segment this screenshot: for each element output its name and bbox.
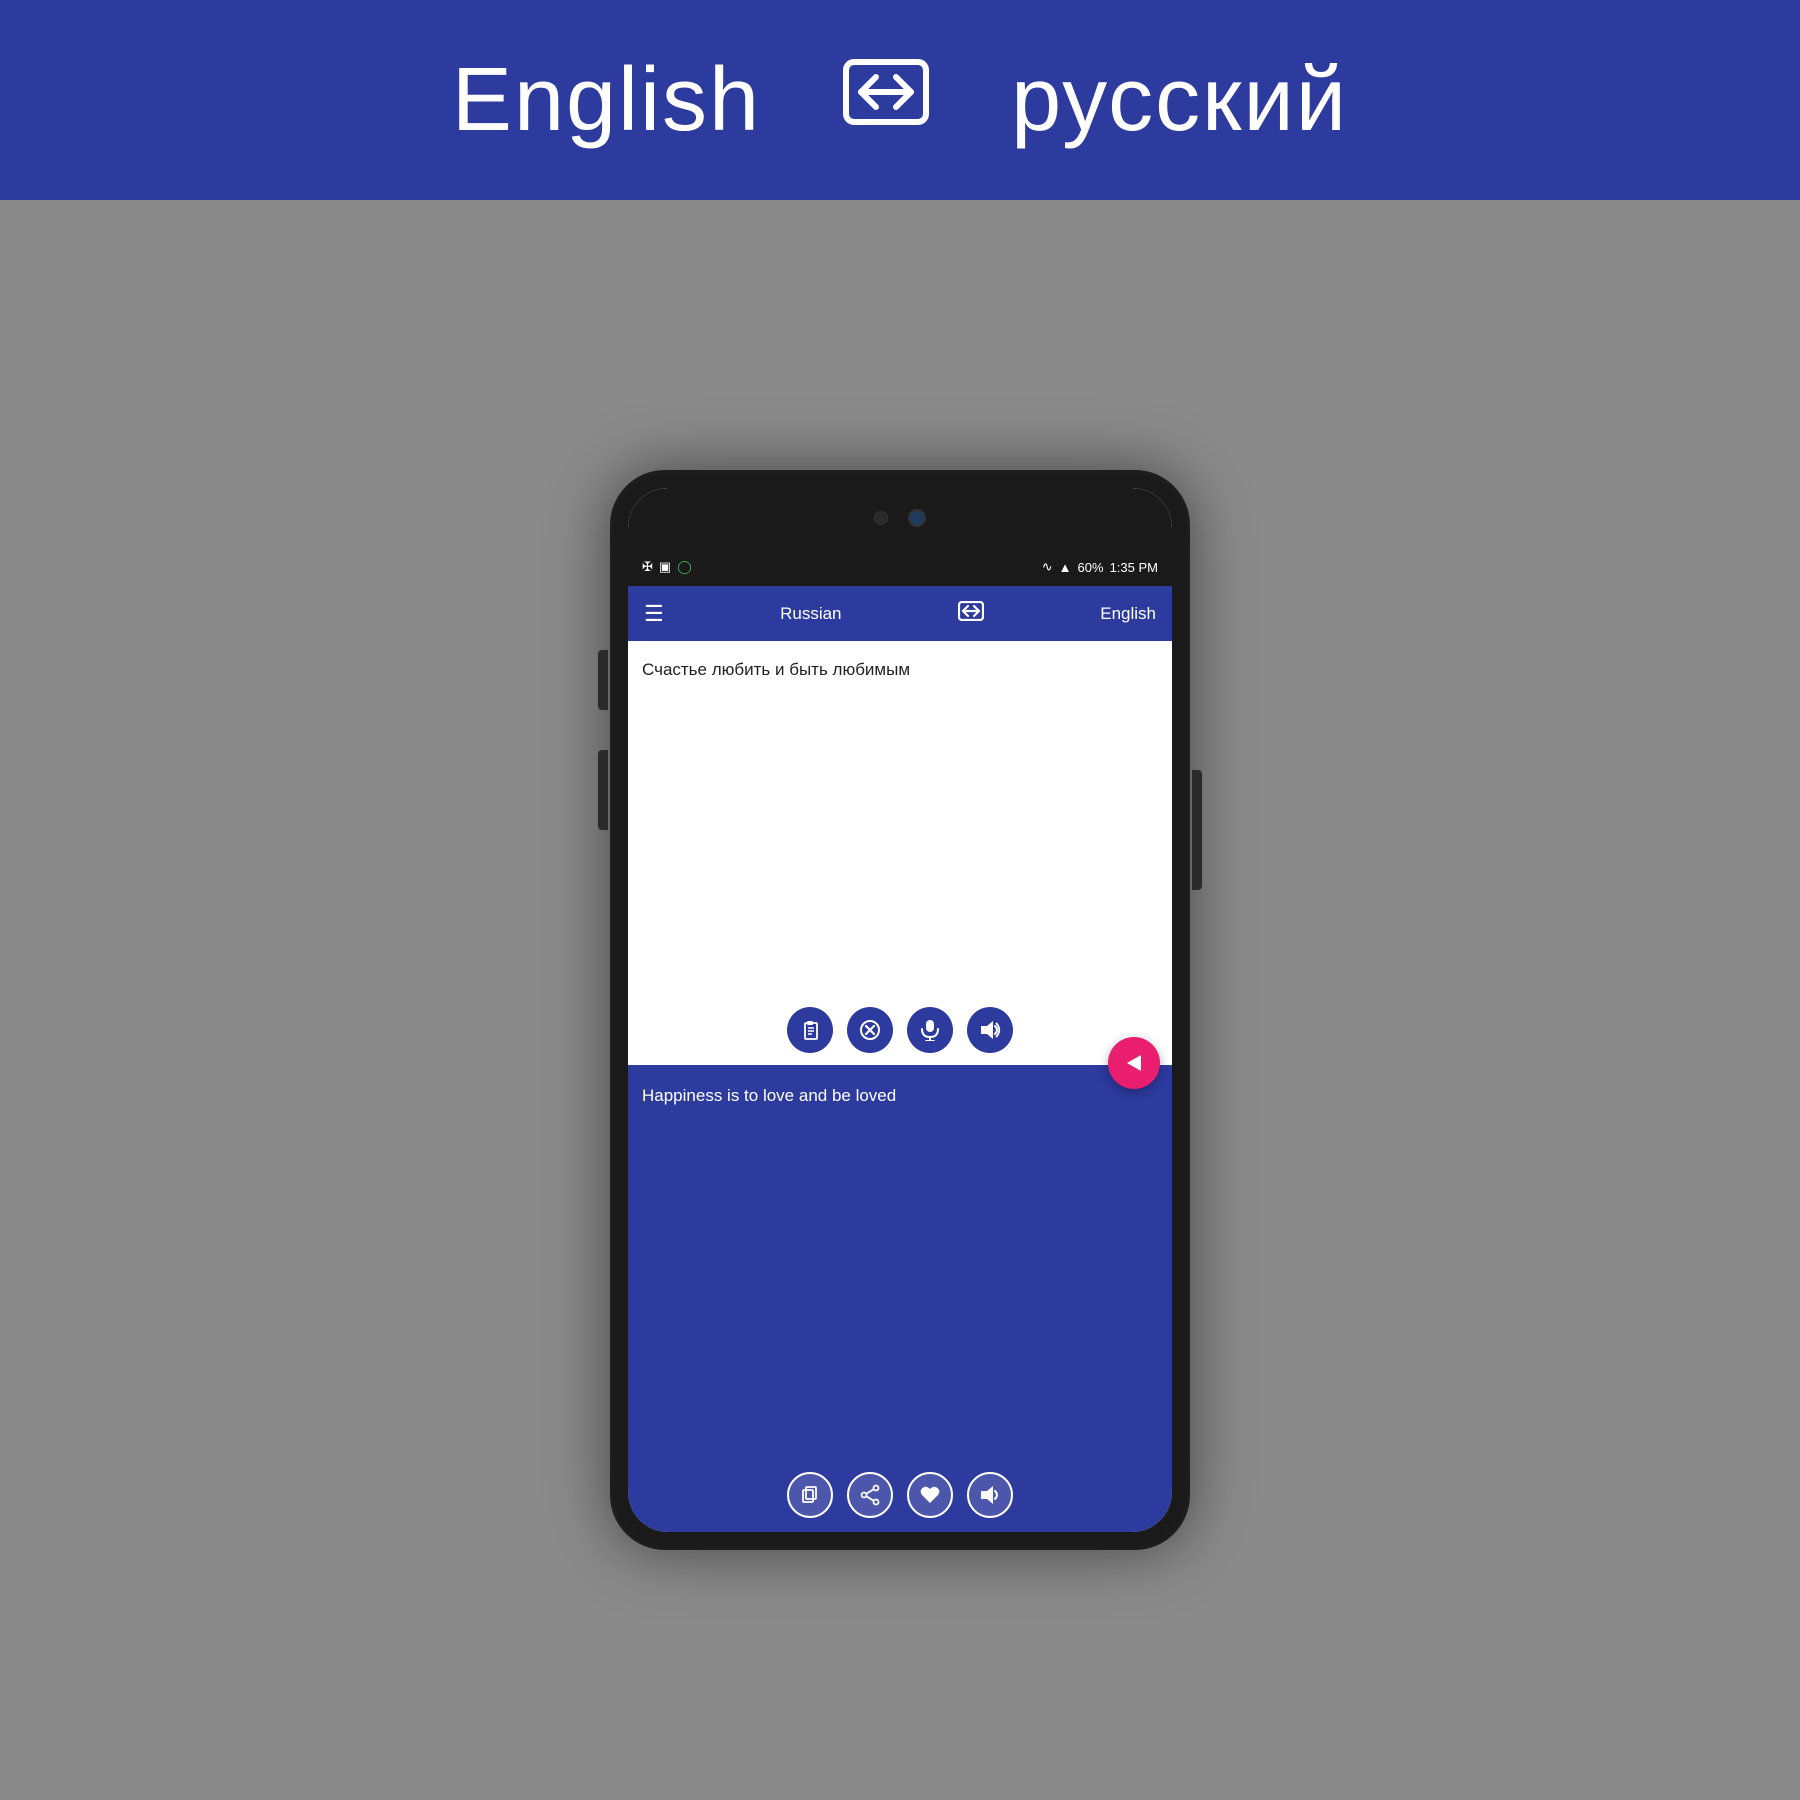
banner-lang-to[interactable]: русский [1011, 49, 1348, 152]
sensor [874, 511, 888, 525]
banner-lang-from[interactable]: English [452, 49, 761, 152]
input-area: Счастье любить и быть любимым [628, 641, 1172, 1065]
speaker-input-button[interactable] [967, 1007, 1013, 1053]
toolbar-lang-from[interactable]: Russian [780, 604, 841, 624]
image-icon: ▣ [659, 559, 671, 575]
volume-button [598, 650, 608, 710]
app-toolbar: ☰ Russian English [628, 586, 1172, 641]
usb-icon: ✠ [642, 559, 653, 575]
signal-icon: ▲ [1059, 560, 1072, 575]
phone-screen: ✠ ▣ ◯ ∿ ▲ 60% 1:35 PM ☰ Russian [628, 488, 1172, 1532]
translate-button[interactable] [1108, 1037, 1160, 1089]
clipboard-button[interactable] [787, 1007, 833, 1053]
output-text: Happiness is to love and be loved [628, 1065, 1172, 1462]
toolbar-swap-icon[interactable] [958, 601, 984, 626]
time-display: 1:35 PM [1110, 560, 1158, 575]
top-banner: English русский [0, 0, 1800, 200]
status-right-icons: ∿ ▲ 60% 1:35 PM [1042, 559, 1158, 575]
favorite-button[interactable] [907, 1472, 953, 1518]
share-output-button[interactable] [847, 1472, 893, 1518]
copy-output-button[interactable] [787, 1472, 833, 1518]
toolbar-lang-to[interactable]: English [1100, 604, 1156, 624]
mic-button[interactable] [907, 1007, 953, 1053]
hamburger-menu-icon[interactable]: ☰ [644, 603, 664, 625]
speaker-output-button[interactable] [967, 1472, 1013, 1518]
clear-button[interactable] [847, 1007, 893, 1053]
phone-device: ✠ ▣ ◯ ∿ ▲ 60% 1:35 PM ☰ Russian [610, 470, 1190, 1550]
input-action-buttons [628, 997, 1172, 1065]
camera-lens [908, 509, 926, 527]
input-text[interactable]: Счастье любить и быть любимым [628, 641, 1172, 997]
banner-swap-icon[interactable] [841, 54, 931, 146]
status-left-icons: ✠ ▣ ◯ [642, 559, 692, 575]
wifi-icon: ∿ [1042, 559, 1053, 575]
phone-wrapper: ✠ ▣ ◯ ∿ ▲ 60% 1:35 PM ☰ Russian [610, 200, 1190, 1800]
battery-percent: 60% [1078, 560, 1104, 575]
phone-top-bar [628, 488, 1172, 548]
gps-icon: ◯ [677, 559, 692, 575]
output-action-buttons [628, 1462, 1172, 1532]
output-area: Happiness is to love and be loved [628, 1065, 1172, 1532]
status-bar: ✠ ▣ ◯ ∿ ▲ 60% 1:35 PM [628, 548, 1172, 586]
